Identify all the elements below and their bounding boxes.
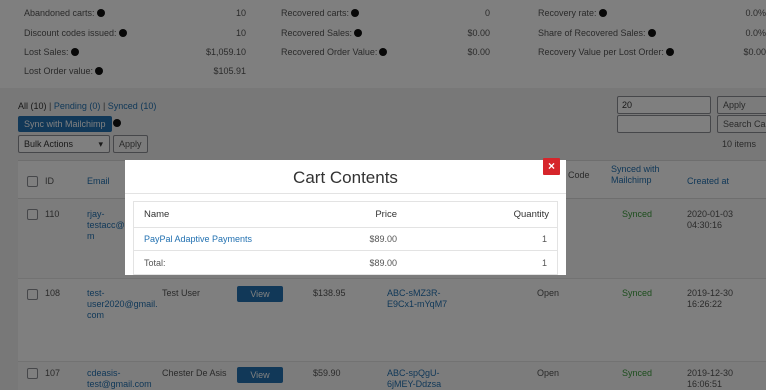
close-icon[interactable]: × (543, 158, 560, 175)
total-price: $89.00 (369, 257, 397, 268)
cart-item-row: PayPal Adaptive Payments $89.00 1 (134, 228, 557, 251)
cart-items-header: Name Price Quantity (134, 202, 557, 228)
cart-contents-modal: Cart Contents Name Price Quantity PayPal… (125, 160, 566, 275)
cart-total-row: Total: $89.00 1 (134, 251, 557, 274)
total-label: Total: (144, 257, 166, 268)
cart-items-table: Name Price Quantity PayPal Adaptive Paym… (133, 201, 558, 275)
cart-item-price: $89.00 (369, 234, 397, 244)
column-price: Price (375, 209, 397, 220)
modal-title: Cart Contents (293, 168, 398, 187)
cart-item-quantity: 1 (541, 234, 547, 244)
modal-divider (125, 193, 566, 194)
column-name: Name (144, 209, 170, 220)
cart-item-name[interactable]: PayPal Adaptive Payments (144, 228, 252, 250)
total-quantity: 1 (541, 257, 547, 268)
column-quantity: Quantity (513, 209, 549, 220)
